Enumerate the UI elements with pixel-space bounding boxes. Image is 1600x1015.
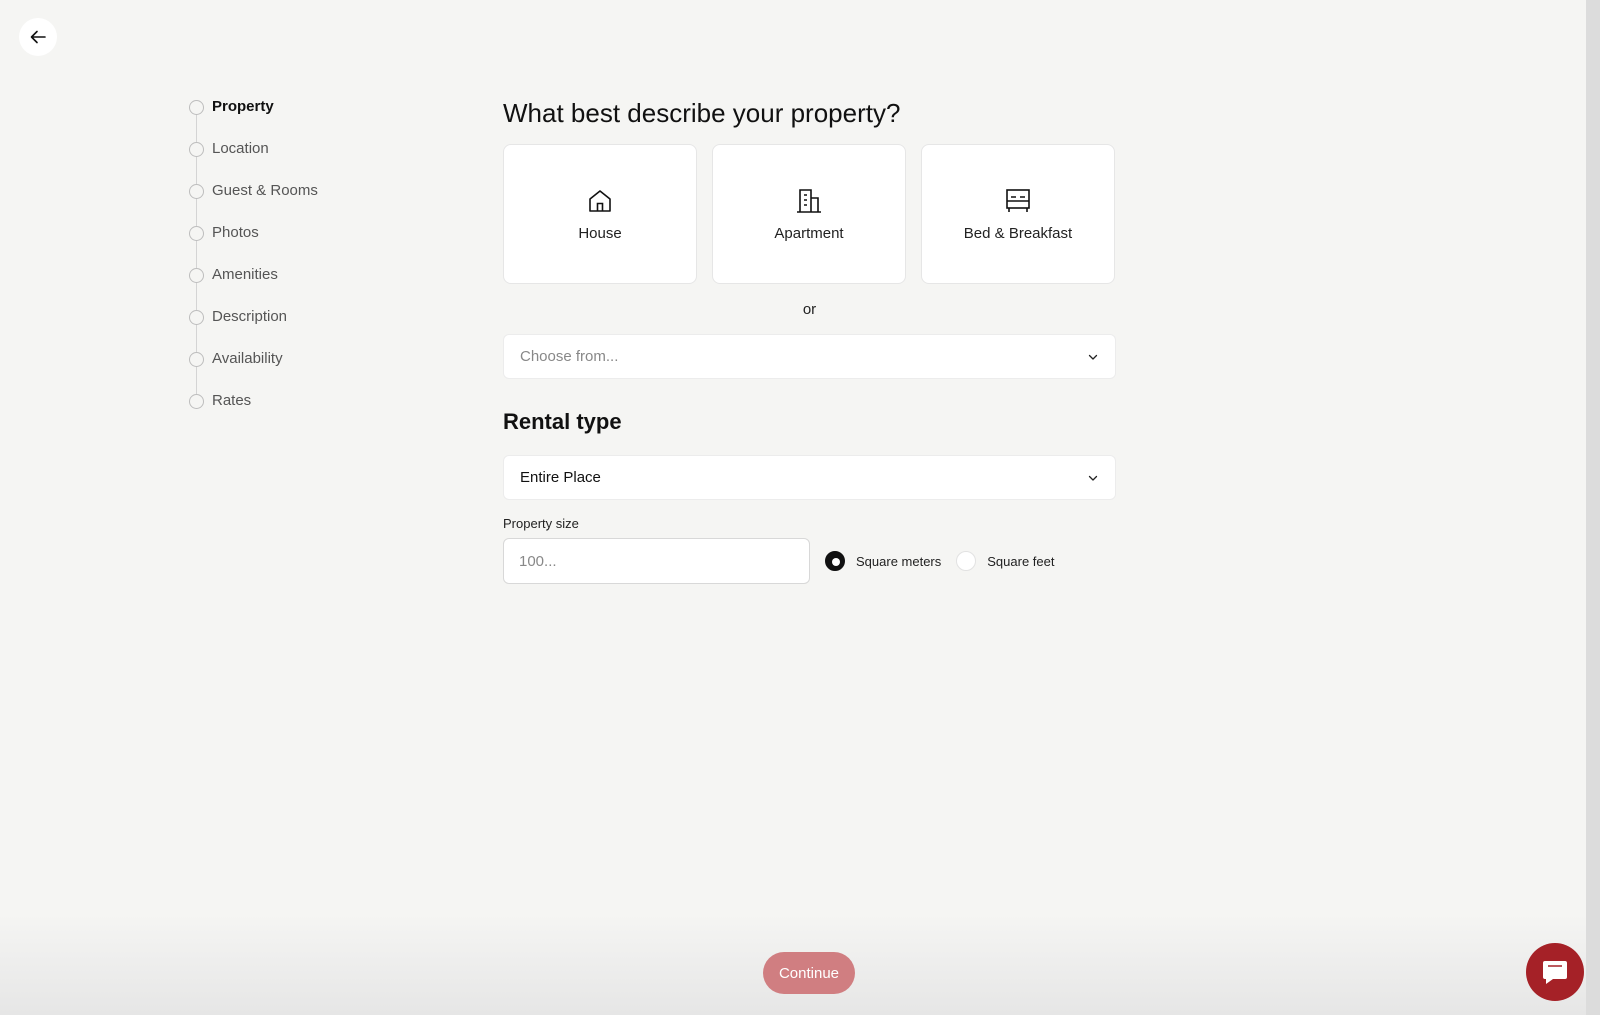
radio-label: Square meters (856, 553, 942, 569)
property-type-cards: House Apartment Bed & Breakfast (503, 144, 1116, 284)
property-size-row: Square meters Square feet (503, 538, 1116, 584)
step-description[interactable]: Description (189, 306, 439, 348)
step-label: Property (212, 98, 274, 115)
step-label: Photos (212, 224, 259, 241)
back-button[interactable] (19, 18, 57, 56)
progress-stepper: Property Location Guest & Rooms Photos A… (189, 96, 439, 432)
property-card-apartment[interactable]: Apartment (712, 144, 906, 284)
step-dot (189, 142, 204, 157)
radio-square-feet[interactable] (956, 551, 977, 571)
radio-square-meters[interactable] (825, 551, 845, 571)
property-card-house[interactable]: House (503, 144, 697, 284)
step-label: Guest & Rooms (212, 182, 318, 199)
unit-option-square-feet[interactable]: Square feet (956, 551, 1054, 571)
unit-option-square-meters[interactable]: Square meters (825, 551, 941, 571)
step-dot (189, 310, 204, 325)
rental-type-heading: Rental type (503, 409, 622, 434)
property-size-label: Property size (503, 516, 579, 531)
step-label: Availability (212, 350, 283, 367)
select-value: Entire Place (520, 469, 601, 486)
bed-icon (1006, 188, 1030, 212)
card-label: Apartment (774, 224, 844, 242)
chat-button[interactable] (1526, 943, 1584, 1001)
house-icon (589, 189, 611, 212)
step-dot (189, 352, 204, 367)
step-amenities[interactable]: Amenities (189, 264, 439, 306)
step-rates[interactable]: Rates (189, 390, 439, 432)
card-label: House (578, 224, 622, 242)
arrow-left-icon (30, 30, 46, 44)
select-placeholder: Choose from... (520, 348, 619, 365)
property-card-bed-breakfast[interactable]: Bed & Breakfast (921, 144, 1115, 284)
or-divider-text: or (802, 301, 817, 318)
step-dot (189, 100, 204, 115)
property-size-input[interactable] (503, 538, 810, 584)
property-form: What best describe your property? House … (503, 96, 1116, 584)
card-label: Bed & Breakfast (963, 224, 1073, 242)
step-photos[interactable]: Photos (189, 222, 439, 264)
continue-button[interactable]: Continue (763, 952, 855, 994)
step-property[interactable]: Property (189, 96, 439, 138)
step-location[interactable]: Location (189, 138, 439, 180)
page-title: What best describe your property? (503, 98, 901, 128)
step-label: Rates (212, 392, 252, 409)
chat-bubble-icon (1543, 961, 1567, 984)
step-label: Amenities (212, 266, 278, 283)
step-availability[interactable]: Availability (189, 348, 439, 390)
chevron-down-icon (1088, 354, 1098, 360)
radio-label: Square feet (987, 553, 1055, 569)
chevron-down-icon (1088, 475, 1098, 481)
step-label: Description (212, 308, 288, 325)
step-guest-rooms[interactable]: Guest & Rooms (189, 180, 439, 222)
step-dot (189, 394, 204, 409)
step-dot (189, 184, 204, 199)
apartment-building-icon (797, 188, 821, 213)
window-edge (1586, 0, 1600, 1015)
step-dot (189, 268, 204, 283)
step-label: Location (212, 140, 269, 157)
rental-type-select[interactable]: Entire Place (503, 455, 1116, 500)
step-dot (189, 226, 204, 241)
property-type-select[interactable]: Choose from... (503, 334, 1116, 379)
